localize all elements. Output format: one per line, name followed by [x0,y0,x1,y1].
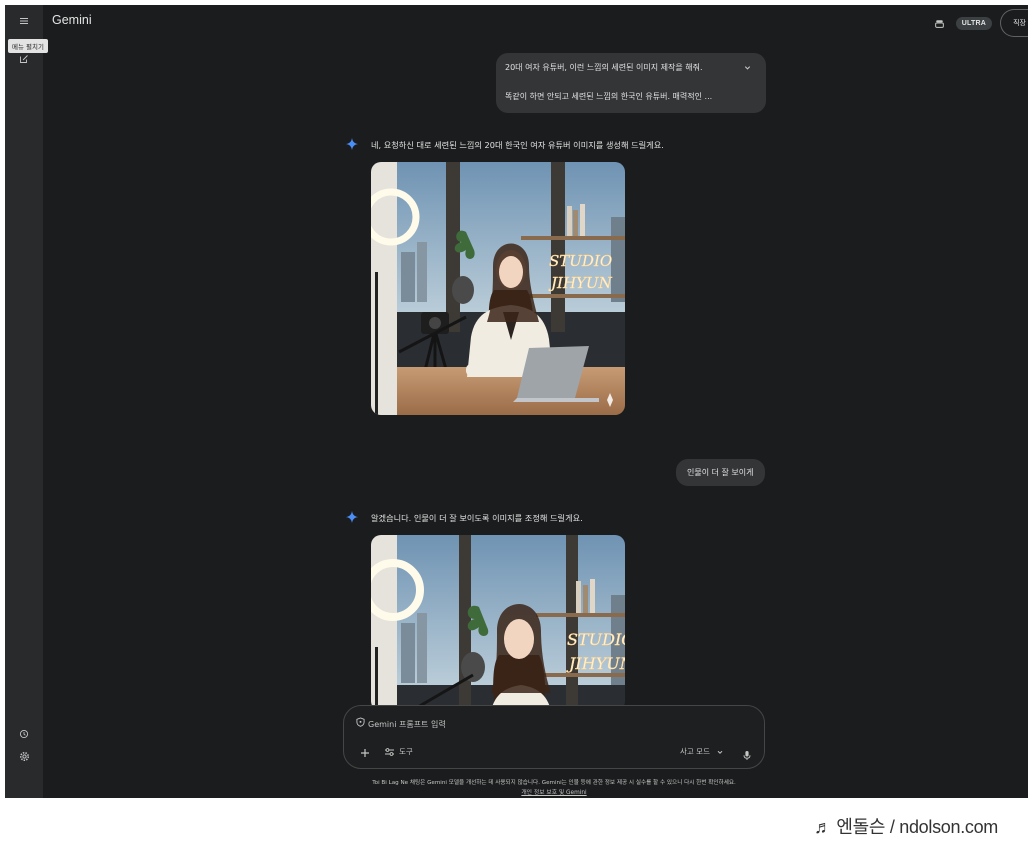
chevron-down-icon [717,750,723,754]
user-message: 20대 여자 유튜버, 이런 느낌의 세련된 이미지 제작을 해줘. 똑같이 하… [496,53,766,113]
disclaimer-text: Toi Bi Lag Ne 채팅은 Gemini 모델을 개선하는 데 사용되지… [372,780,736,786]
gemini-spark-icon [345,510,359,524]
header-actions: ULTRA 직장 [932,9,1028,37]
incognito-icon [935,19,945,28]
add-button[interactable] [358,746,372,760]
settings-button[interactable] [13,745,35,767]
tools-icon [385,747,394,756]
microphone-icon [743,751,751,760]
neon-sign-line: JIHYUN [548,274,613,292]
plus-icon [361,749,369,757]
gear-icon [19,751,29,761]
sidebar-rail: 메뉴 펼치기 [5,5,48,798]
plan-badge[interactable]: ULTRA [955,16,992,30]
user-message-line: 똑같이 하면 안되고 세련된 느낌의 한국인 유튜버. 매력적인 ... [505,92,713,101]
gemini-app-window: 메뉴 펼치기 Gemini ULTRA 직장 20대 여자 유튜버, 이런 느낌… [5,5,1028,798]
menu-button[interactable] [13,10,35,32]
microphone-button[interactable] [742,746,752,765]
generated-image[interactable]: STUDIO JIHYUN [371,535,625,711]
tools-label: 도구 [399,747,413,756]
account-button[interactable]: 직장 [1000,9,1028,37]
chevron-down-icon[interactable] [743,63,752,72]
menu-tooltip: 메뉴 펼치기 [8,39,48,53]
neon-sign-line: JIHYUN [566,654,625,673]
site-watermark: ♬ 엔돌슨 / ndolson.com [813,817,998,837]
model-response-text: 알겠습니다. 인물이 더 잘 보이도록 이미지를 조정해 드릴게요. [371,513,583,523]
edit-icon [20,55,28,63]
tools-button[interactable]: 도구 [384,746,413,757]
prompt-composer: 도구 사고 모드 [343,705,765,769]
generated-image[interactable]: STUDIO JIHYUN [371,162,625,415]
neon-sign-line: STUDIO [567,630,625,649]
privacy-link[interactable]: 개인 정보 보호 및 Gemini [343,787,765,796]
temporary-chat-button[interactable] [932,15,948,31]
user-message: 인물이 더 잘 보이게 [676,459,765,486]
history-icon [19,729,29,739]
gemini-spark-icon [345,137,359,151]
shield-icon [356,717,365,727]
mode-label: 사고 모드 [680,747,710,756]
model-response-text: 네, 요청하신 대로 세련된 느낌의 20대 한국인 여자 유튜버 이미지를 생… [371,140,664,150]
activity-button[interactable] [13,723,35,745]
mode-select[interactable]: 사고 모드 [680,746,724,757]
app-title[interactable]: Gemini [52,13,92,27]
neon-sign-line: STUDIO [549,252,612,270]
user-message-line: 20대 여자 유튜버, 이런 느낌의 세련된 이미지 제작을 해줘. [505,63,703,72]
prompt-input[interactable] [368,717,698,731]
hamburger-icon [20,18,28,24]
